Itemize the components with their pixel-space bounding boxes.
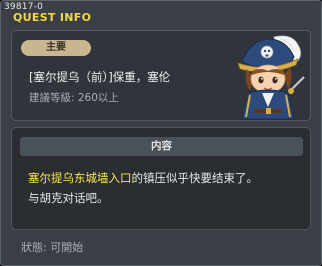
quest-level-requirement: 建議等級: 260以上 [29,92,119,104]
quest-description: 塞尔提乌东城墙入口的镇压似乎快要结束了。 与胡克对话吧。 [28,168,304,208]
description-line-2: 与胡克对话吧。 [28,191,109,205]
window-title: QUEST INFO [13,11,92,24]
description-line-1: 塞尔提乌东城墙入口的镇压似乎快要结束了。 [28,168,304,188]
highlight-location: 塞尔提乌东城墙入口 [28,171,132,185]
quest-name: [塞尔提乌（前）]保重，塞伦 [29,70,171,84]
content-header: 内容 [20,137,303,156]
description-text: 的镇压似乎快要结束了。 [131,171,259,185]
quest-info-window: 39817-0 QUEST INFO 主要 [塞尔提乌（前）]保重，塞伦 建議等… [0,0,322,266]
quest-status: 狀態: 可開始 [21,241,84,254]
quest-type-badge: 主要 [21,40,91,56]
quest-content-panel: 内容 塞尔提乌东城墙入口的镇压似乎快要结束了。 与胡克对话吧。 [11,127,311,230]
quest-summary-panel: 主要 [塞尔提乌（前）]保重，塞伦 建議等級: 260以上 [11,30,311,121]
npc-portrait-icon [237,35,305,120]
